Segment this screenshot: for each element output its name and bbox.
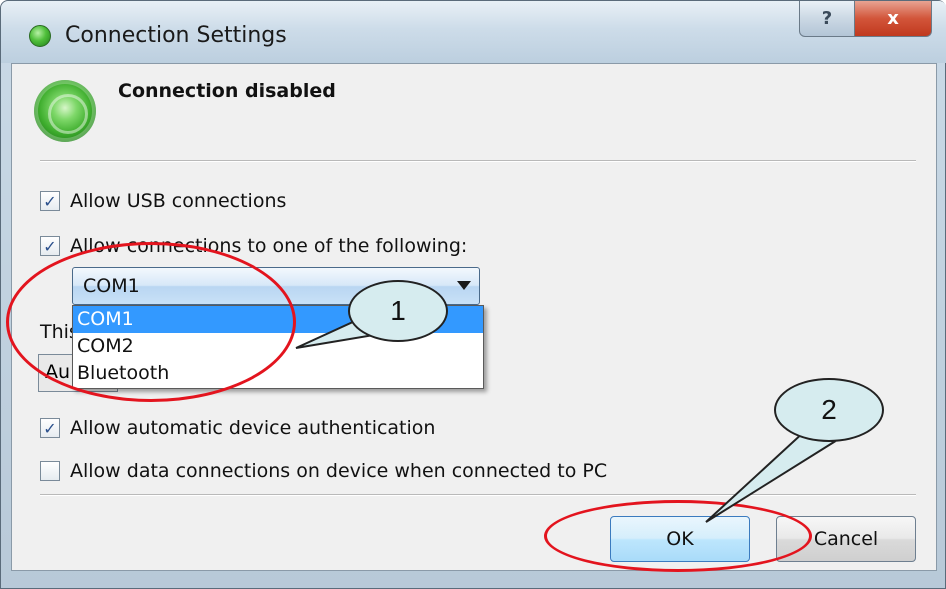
allow-usb-row[interactable]: ✓ Allow USB connections [40, 190, 286, 212]
status-title: Connection disabled [118, 80, 336, 102]
app-icon [29, 25, 51, 47]
help-button[interactable]: ? [799, 1, 855, 37]
highlight-ellipse-dropdown [6, 242, 296, 402]
connection-status-icon [34, 80, 96, 142]
separator-top [40, 160, 916, 162]
allow-usb-checkbox[interactable]: ✓ [40, 191, 60, 211]
allow-data-row[interactable]: Allow data connections on device when co… [40, 460, 607, 482]
allow-usb-label: Allow USB connections [70, 190, 287, 212]
allow-auth-label: Allow automatic device authentication [70, 417, 436, 439]
callout-2: 2 [774, 378, 884, 442]
allow-auth-checkbox[interactable]: ✓ [40, 418, 60, 438]
separator-bottom [40, 494, 916, 496]
title-bar[interactable]: Connection Settings ? x [1, 1, 946, 63]
highlight-ellipse-ok [544, 500, 812, 572]
allow-auth-row[interactable]: ✓ Allow automatic device authentication [40, 417, 435, 439]
allow-data-label: Allow data connections on device when co… [70, 460, 608, 482]
callout-1: 1 [348, 280, 448, 342]
allow-following-checkbox[interactable]: ✓ [40, 236, 60, 256]
close-button[interactable]: x [854, 1, 932, 37]
chevron-down-icon[interactable] [457, 281, 471, 290]
window-title: Connection Settings [65, 23, 287, 48]
allow-data-checkbox[interactable] [40, 461, 60, 481]
